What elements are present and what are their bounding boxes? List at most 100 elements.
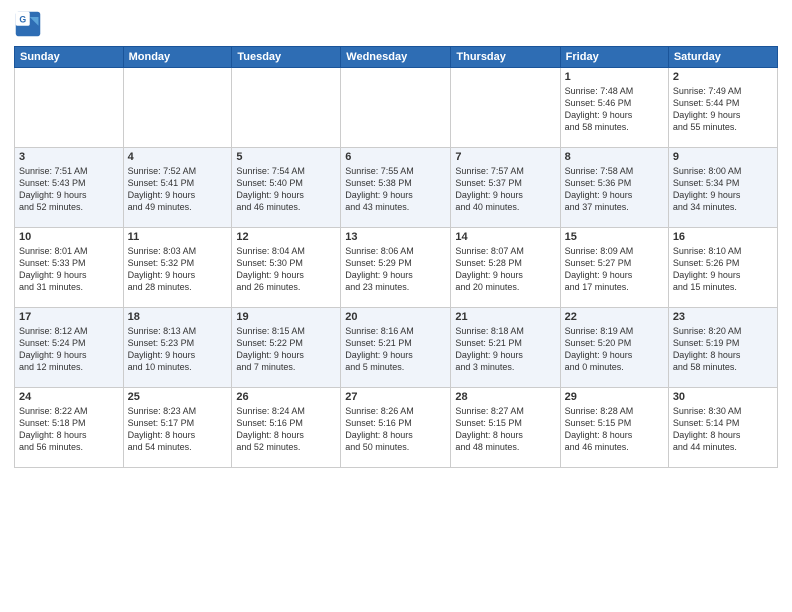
day-info: Sunrise: 8:06 AM Sunset: 5:29 PM Dayligh… bbox=[345, 245, 446, 294]
calendar-cell: 24 Sunrise: 8:22 AM Sunset: 5:18 PM Dayli… bbox=[15, 388, 124, 468]
calendar-cell: 2 Sunrise: 7:49 AM Sunset: 5:44 PM Daylig… bbox=[668, 68, 777, 148]
day-info: Sunrise: 8:07 AM Sunset: 5:28 PM Dayligh… bbox=[455, 245, 555, 294]
day-number: 13 bbox=[345, 231, 446, 243]
weekday-row: SundayMondayTuesdayWednesdayThursdayFrid… bbox=[15, 47, 778, 68]
calendar-cell: 7Sunrise: 7:57 AM Sunset: 5:37 PM Daylig… bbox=[451, 148, 560, 228]
logo: G bbox=[14, 10, 44, 38]
day-number: 11 bbox=[128, 231, 228, 243]
day-info: Sunrise: 7:49 AM Sunset: 5:44 PM Dayligh… bbox=[673, 85, 773, 134]
day-number: 30 bbox=[673, 391, 773, 403]
calendar-cell: 11 Sunrise: 8:03 AM Sunset: 5:32 PM Dayli… bbox=[123, 228, 232, 308]
day-number: 29 bbox=[565, 391, 664, 403]
day-info: Sunrise: 8:00 AM Sunset: 5:34 PM Dayligh… bbox=[673, 165, 773, 214]
day-number: 1 bbox=[565, 71, 664, 83]
day-number: 15 bbox=[565, 231, 664, 243]
day-info: Sunrise: 8:24 AM Sunset: 5:16 PM Dayligh… bbox=[236, 405, 336, 454]
calendar-cell bbox=[451, 68, 560, 148]
calendar-cell bbox=[341, 68, 451, 148]
calendar-week-3: 10Sunrise: 8:01 AM Sunset: 5:33 PM Dayli… bbox=[15, 228, 778, 308]
calendar-cell: 29 Sunrise: 8:28 AM Sunset: 5:15 PM Dayli… bbox=[560, 388, 668, 468]
day-info: Sunrise: 8:13 AM Sunset: 5:23 PM Dayligh… bbox=[128, 325, 228, 374]
svg-text:G: G bbox=[19, 14, 26, 24]
day-info: Sunrise: 8:30 AM Sunset: 5:14 PM Dayligh… bbox=[673, 405, 773, 454]
day-number: 8 bbox=[565, 151, 664, 163]
calendar-cell: 17 Sunrise: 8:12 AM Sunset: 5:24 PM Dayli… bbox=[15, 308, 124, 388]
day-info: Sunrise: 8:27 AM Sunset: 5:15 PM Dayligh… bbox=[455, 405, 555, 454]
day-number: 18 bbox=[128, 311, 228, 323]
day-info: Sunrise: 7:54 AM Sunset: 5:40 PM Dayligh… bbox=[236, 165, 336, 214]
day-number: 23 bbox=[673, 311, 773, 323]
calendar-cell: 3Sunrise: 7:51 AM Sunset: 5:43 PM Daylig… bbox=[15, 148, 124, 228]
day-info: Sunrise: 8:01 AM Sunset: 5:33 PM Dayligh… bbox=[19, 245, 119, 294]
day-info: Sunrise: 8:16 AM Sunset: 5:21 PM Dayligh… bbox=[345, 325, 446, 374]
calendar-cell: 13 Sunrise: 8:06 AM Sunset: 5:29 PM Dayli… bbox=[341, 228, 451, 308]
day-number: 16 bbox=[673, 231, 773, 243]
day-number: 25 bbox=[128, 391, 228, 403]
day-number: 20 bbox=[345, 311, 446, 323]
day-info: Sunrise: 8:03 AM Sunset: 5:32 PM Dayligh… bbox=[128, 245, 228, 294]
day-info: Sunrise: 8:23 AM Sunset: 5:17 PM Dayligh… bbox=[128, 405, 228, 454]
day-number: 22 bbox=[565, 311, 664, 323]
day-number: 4 bbox=[128, 151, 228, 163]
day-number: 24 bbox=[19, 391, 119, 403]
day-info: Sunrise: 8:28 AM Sunset: 5:15 PM Dayligh… bbox=[565, 405, 664, 454]
day-info: Sunrise: 8:26 AM Sunset: 5:16 PM Dayligh… bbox=[345, 405, 446, 454]
day-info: Sunrise: 8:22 AM Sunset: 5:18 PM Dayligh… bbox=[19, 405, 119, 454]
day-number: 9 bbox=[673, 151, 773, 163]
header: G bbox=[14, 10, 778, 38]
day-info: Sunrise: 8:04 AM Sunset: 5:30 PM Dayligh… bbox=[236, 245, 336, 294]
calendar-cell: 21 Sunrise: 8:18 AM Sunset: 5:21 PM Dayli… bbox=[451, 308, 560, 388]
calendar-cell: 22Sunrise: 8:19 AM Sunset: 5:20 PM Dayli… bbox=[560, 308, 668, 388]
day-number: 5 bbox=[236, 151, 336, 163]
day-number: 19 bbox=[236, 311, 336, 323]
calendar-cell: 27 Sunrise: 8:26 AM Sunset: 5:16 PM Dayli… bbox=[341, 388, 451, 468]
weekday-header-friday: Friday bbox=[560, 47, 668, 68]
day-number: 27 bbox=[345, 391, 446, 403]
calendar-cell: 15Sunrise: 8:09 AM Sunset: 5:27 PM Dayli… bbox=[560, 228, 668, 308]
calendar-cell: 6 Sunrise: 7:55 AM Sunset: 5:38 PM Daylig… bbox=[341, 148, 451, 228]
calendar-cell: 12 Sunrise: 8:04 AM Sunset: 5:30 PM Dayli… bbox=[232, 228, 341, 308]
calendar-cell: 14Sunrise: 8:07 AM Sunset: 5:28 PM Dayli… bbox=[451, 228, 560, 308]
day-info: Sunrise: 8:10 AM Sunset: 5:26 PM Dayligh… bbox=[673, 245, 773, 294]
calendar-cell: 19Sunrise: 8:15 AM Sunset: 5:22 PM Dayli… bbox=[232, 308, 341, 388]
weekday-header-sunday: Sunday bbox=[15, 47, 124, 68]
day-info: Sunrise: 8:20 AM Sunset: 5:19 PM Dayligh… bbox=[673, 325, 773, 374]
page: G SundayMondayTuesdayWednesdayThursdayFr… bbox=[0, 0, 792, 612]
calendar-cell bbox=[123, 68, 232, 148]
calendar-cell: 30 Sunrise: 8:30 AM Sunset: 5:14 PM Dayli… bbox=[668, 388, 777, 468]
weekday-header-tuesday: Tuesday bbox=[232, 47, 341, 68]
day-number: 3 bbox=[19, 151, 119, 163]
day-number: 28 bbox=[455, 391, 555, 403]
calendar-cell: 9 Sunrise: 8:00 AM Sunset: 5:34 PM Daylig… bbox=[668, 148, 777, 228]
calendar-cell: 16 Sunrise: 8:10 AM Sunset: 5:26 PM Dayli… bbox=[668, 228, 777, 308]
calendar-header: SundayMondayTuesdayWednesdayThursdayFrid… bbox=[15, 47, 778, 68]
calendar-cell: 5 Sunrise: 7:54 AM Sunset: 5:40 PM Daylig… bbox=[232, 148, 341, 228]
calendar-cell bbox=[232, 68, 341, 148]
calendar-cell: 23 Sunrise: 8:20 AM Sunset: 5:19 PM Dayli… bbox=[668, 308, 777, 388]
day-number: 7 bbox=[455, 151, 555, 163]
day-number: 12 bbox=[236, 231, 336, 243]
day-info: Sunrise: 7:52 AM Sunset: 5:41 PM Dayligh… bbox=[128, 165, 228, 214]
logo-icon: G bbox=[14, 10, 42, 38]
calendar-cell bbox=[15, 68, 124, 148]
day-info: Sunrise: 7:55 AM Sunset: 5:38 PM Dayligh… bbox=[345, 165, 446, 214]
day-number: 21 bbox=[455, 311, 555, 323]
day-number: 2 bbox=[673, 71, 773, 83]
calendar-week-4: 17 Sunrise: 8:12 AM Sunset: 5:24 PM Dayli… bbox=[15, 308, 778, 388]
day-number: 17 bbox=[19, 311, 119, 323]
day-number: 6 bbox=[345, 151, 446, 163]
day-info: Sunrise: 7:58 AM Sunset: 5:36 PM Dayligh… bbox=[565, 165, 664, 214]
calendar-cell: 25 Sunrise: 8:23 AM Sunset: 5:17 PM Dayli… bbox=[123, 388, 232, 468]
day-info: Sunrise: 8:18 AM Sunset: 5:21 PM Dayligh… bbox=[455, 325, 555, 374]
calendar-cell: 18 Sunrise: 8:13 AM Sunset: 5:23 PM Dayli… bbox=[123, 308, 232, 388]
weekday-header-monday: Monday bbox=[123, 47, 232, 68]
day-number: 26 bbox=[236, 391, 336, 403]
weekday-header-wednesday: Wednesday bbox=[341, 47, 451, 68]
calendar-cell: 20 Sunrise: 8:16 AM Sunset: 5:21 PM Dayli… bbox=[341, 308, 451, 388]
calendar-week-2: 3Sunrise: 7:51 AM Sunset: 5:43 PM Daylig… bbox=[15, 148, 778, 228]
calendar-week-5: 24 Sunrise: 8:22 AM Sunset: 5:18 PM Dayli… bbox=[15, 388, 778, 468]
calendar-body: 1Sunrise: 7:48 AM Sunset: 5:46 PM Daylig… bbox=[15, 68, 778, 468]
calendar-cell: 10Sunrise: 8:01 AM Sunset: 5:33 PM Dayli… bbox=[15, 228, 124, 308]
calendar-cell: 26 Sunrise: 8:24 AM Sunset: 5:16 PM Dayli… bbox=[232, 388, 341, 468]
day-info: Sunrise: 8:12 AM Sunset: 5:24 PM Dayligh… bbox=[19, 325, 119, 374]
